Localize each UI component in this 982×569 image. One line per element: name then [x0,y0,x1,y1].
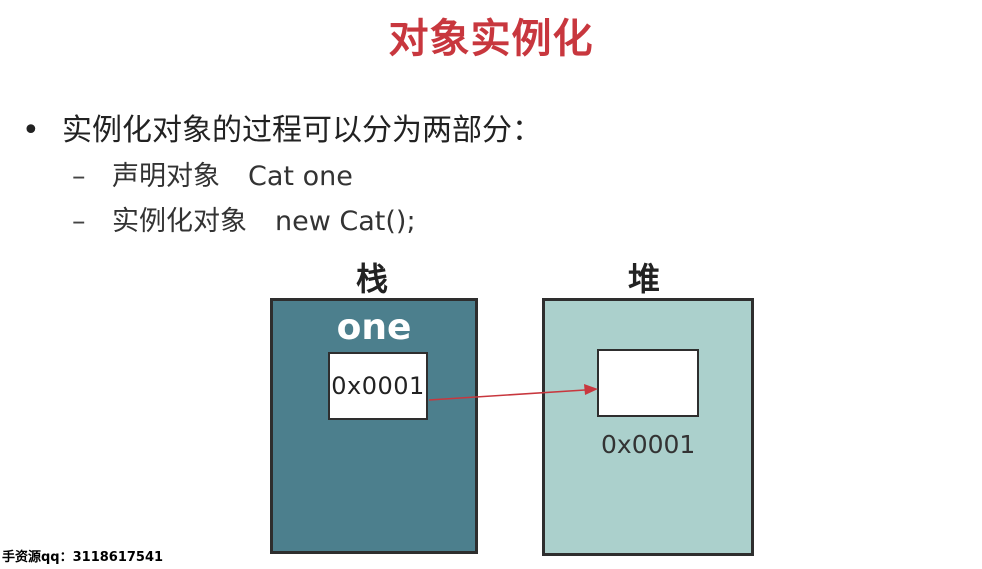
sub-bullet-declare: – 声明对象 Cat one [72,154,353,193]
sub-bullet-code: Cat one [248,161,353,192]
heap-object-cell [597,349,699,417]
heap-region [542,298,754,556]
sub-bullet-label: 实例化对象 [112,206,247,237]
slide-title: 对象实例化 [388,16,594,62]
variable-name: one [336,307,412,348]
bullet-dot: • [22,113,40,148]
heap-label: 堆 [628,260,661,298]
slide: 对象实例化 • 实例化对象的过程可以分为两部分： – 声明对象 Cat one – 实例… [0,0,982,569]
heap-address: 0x0001 [601,430,696,459]
bullet-item: • 实例化对象的过程可以分为两部分： [22,105,542,149]
sub-bullet-code: new Cat(); [275,206,416,237]
watermark-text: 手资源qq：3118617541 [0,546,166,565]
reference-cell: 0x0001 [328,352,428,420]
dash-marker: – [72,206,86,237]
reference-arrow [428,384,598,401]
sub-bullet-instantiate: – 实例化对象 new Cat(); [72,199,416,238]
dash-marker: – [72,161,86,192]
bullet-text: 实例化对象的过程可以分为两部分： [62,113,542,148]
sub-bullet-label: 声明对象 [112,161,220,192]
stack-label: 栈 [356,260,389,298]
